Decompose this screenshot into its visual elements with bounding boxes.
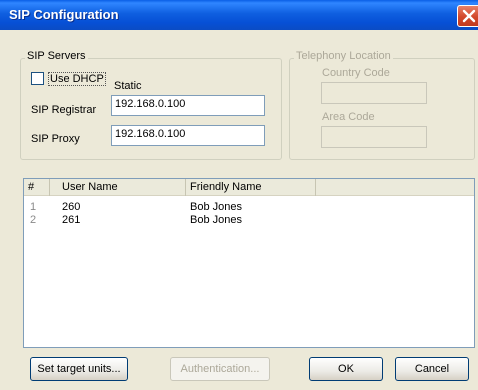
table-row[interactable]: 1 260 Bob Jones xyxy=(24,201,474,214)
column-header-friendly-name[interactable]: Friendly Name xyxy=(186,179,316,196)
row-user-name: 261 xyxy=(62,214,81,226)
title-bar[interactable]: SIP Configuration xyxy=(0,0,478,30)
sip-proxy-input[interactable]: 192.168.0.100 xyxy=(111,125,265,146)
sip-configuration-dialog: SIP Configuration SIP Servers Use DHCP S… xyxy=(0,0,478,390)
area-code-label: Area Code xyxy=(322,111,375,123)
authentication-button[interactable]: Authentication... xyxy=(170,357,270,381)
users-list[interactable]: # User Name Friendly Name 1 260 Bob Jone… xyxy=(23,178,475,348)
area-code-input[interactable] xyxy=(321,126,427,148)
row-friendly-name: Bob Jones xyxy=(190,201,242,213)
set-target-units-button[interactable]: Set target units... xyxy=(30,357,128,381)
country-code-label: Country Code xyxy=(322,67,390,79)
sip-servers-legend: SIP Servers xyxy=(25,50,88,62)
row-number: 1 xyxy=(30,201,37,213)
use-dhcp-label[interactable]: Use DHCP xyxy=(48,72,106,86)
sip-proxy-label: SIP Proxy xyxy=(31,133,80,145)
use-dhcp-checkbox[interactable] xyxy=(31,72,44,85)
row-user-name: 260 xyxy=(62,201,81,213)
column-header-number[interactable]: # xyxy=(24,179,50,196)
column-header-user-name[interactable]: User Name xyxy=(50,179,186,196)
cancel-button[interactable]: Cancel xyxy=(395,357,469,381)
row-number: 2 xyxy=(30,214,37,226)
country-code-input[interactable] xyxy=(321,82,427,104)
table-row[interactable]: 2 261 Bob Jones xyxy=(24,214,474,227)
ok-button[interactable]: OK xyxy=(309,357,383,381)
telephony-location-legend: Telephony Location xyxy=(294,50,393,62)
row-friendly-name: Bob Jones xyxy=(190,214,242,226)
sip-registrar-input[interactable]: 192.168.0.100 xyxy=(111,95,265,116)
list-header: # User Name Friendly Name xyxy=(24,179,474,196)
window-title: SIP Configuration xyxy=(9,7,119,22)
close-button[interactable] xyxy=(457,5,478,27)
sip-registrar-label: SIP Registrar xyxy=(31,104,97,116)
static-label: Static xyxy=(114,80,142,92)
close-icon xyxy=(462,9,476,23)
